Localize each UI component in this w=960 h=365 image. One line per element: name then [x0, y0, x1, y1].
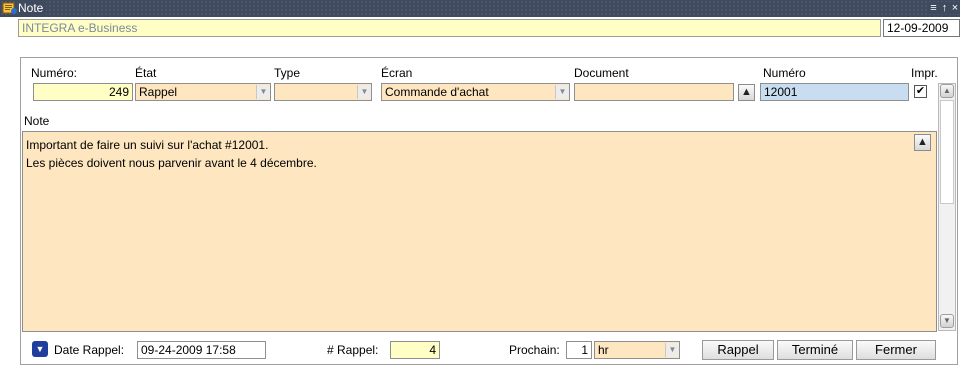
etat-dropdown-icon[interactable]: ▼: [256, 85, 270, 99]
ecran-select[interactable]: Commande d'achat: [381, 83, 570, 101]
note-expand-icon[interactable]: ▲: [914, 134, 931, 151]
note-label: Note: [24, 114, 50, 128]
prochain-unit-value: hr: [598, 343, 609, 357]
company-name: INTEGRA e-Business: [18, 19, 881, 37]
minimize-icon[interactable]: ≡: [928, 2, 939, 14]
current-date: 12-09-2009: [883, 19, 960, 37]
document-lookup-icon[interactable]: ▲: [738, 84, 755, 101]
impr-checkbox[interactable]: ✔: [914, 85, 927, 98]
ecran-label: Écran: [381, 66, 413, 80]
note-textarea[interactable]: Important de faire un suivi sur l'achat …: [22, 131, 937, 332]
close-icon[interactable]: ×: [950, 2, 960, 14]
numero-field[interactable]: 249: [33, 83, 133, 101]
nb-rappel-field[interactable]: 4: [390, 341, 440, 359]
etat-label: État: [135, 66, 157, 80]
numero-label: Numéro:: [31, 66, 78, 80]
scroll-up-icon[interactable]: ▲: [940, 84, 954, 98]
note-app-icon: [2, 1, 17, 15]
scrollbar-thumb[interactable]: [940, 100, 954, 204]
expand-down-icon[interactable]: ▼: [32, 341, 48, 357]
note-line-2: Les pièces doivent nous parvenir avant l…: [26, 156, 317, 170]
date-rappel-field[interactable]: 09-24-2009 17:58: [137, 341, 266, 359]
prochain-label: Prochain:: [509, 343, 560, 357]
document-label: Document: [574, 66, 629, 80]
scroll-down-icon[interactable]: ▼: [940, 314, 954, 328]
type-label: Type: [274, 66, 301, 80]
prochain-unit-dropdown-icon[interactable]: ▼: [665, 343, 679, 357]
nb-rappel-label: # Rappel:: [327, 343, 379, 357]
rappel-button[interactable]: Rappel: [702, 340, 774, 360]
prochain-value-field[interactable]: 1: [566, 341, 592, 359]
termine-button[interactable]: Terminé: [777, 340, 853, 360]
type-dropdown-icon[interactable]: ▼: [357, 85, 371, 99]
window-title-bar[interactable]: [0, 0, 960, 17]
document-numero-field[interactable]: 12001: [760, 83, 909, 101]
etat-value: Rappel: [139, 85, 178, 99]
ecran-value: Commande d'achat: [385, 85, 489, 99]
fermer-button[interactable]: Fermer: [856, 340, 936, 360]
maximize-icon[interactable]: ↑: [939, 2, 950, 14]
date-rappel-label: Date Rappel:: [54, 343, 125, 357]
etat-select[interactable]: Rappel: [135, 83, 271, 101]
ecran-dropdown-icon[interactable]: ▼: [555, 85, 569, 99]
document-field[interactable]: [574, 83, 734, 101]
impr-label: Impr.: [911, 66, 938, 80]
note-line-1: Important de faire un suivi sur l'achat …: [26, 138, 269, 152]
numero-document-label: Numéro: [763, 66, 806, 80]
checkmark-icon: ✔: [915, 85, 926, 97]
window-title: Note: [18, 1, 47, 15]
